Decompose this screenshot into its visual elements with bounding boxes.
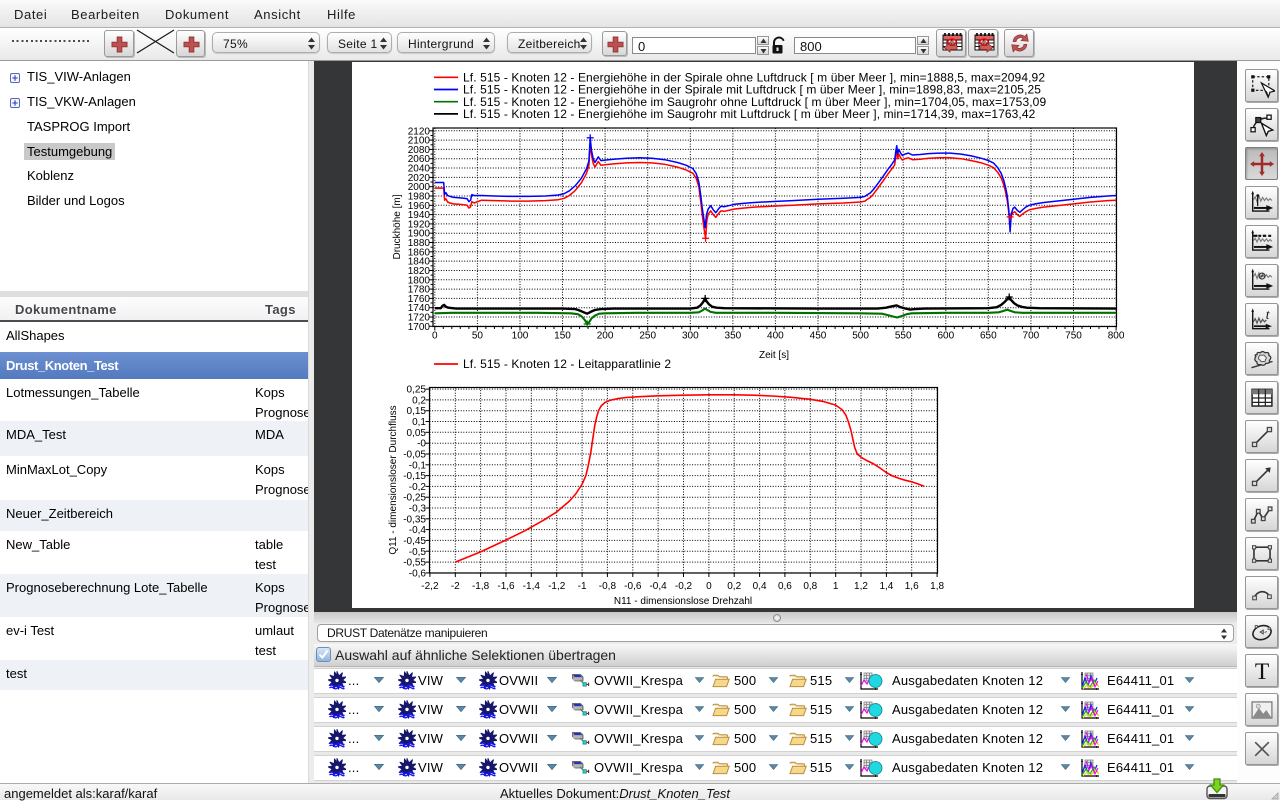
- svg-text:-0,1: -0,1: [409, 460, 427, 471]
- svg-text:600: 600: [937, 331, 954, 342]
- svg-text:1: 1: [833, 581, 839, 592]
- svg-text:0,2: 0,2: [412, 395, 426, 406]
- svg-text:150: 150: [554, 331, 571, 342]
- svg-text:200: 200: [597, 331, 614, 342]
- svg-text:100: 100: [512, 331, 529, 342]
- svg-text:1,4: 1,4: [879, 581, 893, 592]
- svg-text:t: t: [1266, 307, 1271, 322]
- svg-text:500: 500: [852, 331, 869, 342]
- svg-text:700: 700: [1023, 331, 1040, 342]
- svg-text:0: 0: [706, 581, 712, 592]
- svg-text:Q11 - dimensionsloser Durchflu: Q11 - dimensionsloser Durchfluss: [388, 405, 399, 554]
- svg-text:-0,3: -0,3: [409, 504, 427, 515]
- svg-text:50: 50: [472, 331, 484, 342]
- svg-text:-1,2: -1,2: [548, 581, 566, 592]
- svg-text:-2: -2: [451, 581, 460, 592]
- svg-text:0,2: 0,2: [727, 581, 741, 592]
- svg-text:-1,6: -1,6: [497, 581, 515, 592]
- svg-text:-0: -0: [417, 439, 426, 450]
- svg-text:550: 550: [895, 331, 912, 342]
- svg-text:-2,2: -2,2: [421, 581, 439, 592]
- svg-text:0: 0: [432, 331, 438, 342]
- svg-text:450: 450: [810, 331, 827, 342]
- svg-text:N11 - dimensionslose Drehzahl: N11 - dimensionslose Drehzahl: [614, 596, 752, 607]
- svg-text:-0,15: -0,15: [403, 471, 426, 482]
- svg-text:350: 350: [725, 331, 742, 342]
- svg-text:1,8: 1,8: [930, 581, 944, 592]
- svg-text:T: T: [1255, 659, 1269, 684]
- svg-text:-0,35: -0,35: [403, 514, 426, 525]
- svg-text:-0,6: -0,6: [409, 568, 427, 579]
- svg-text:0,6: 0,6: [778, 581, 792, 592]
- svg-text:-0,2: -0,2: [409, 482, 427, 493]
- svg-text:-0,45: -0,45: [403, 536, 426, 547]
- svg-text:-1,8: -1,8: [472, 581, 490, 592]
- svg-text:0,05: 0,05: [407, 428, 427, 439]
- svg-text:-0,2: -0,2: [675, 581, 693, 592]
- svg-text:Lf. 515 - Knoten 12 - Leitappa: Lf. 515 - Knoten 12 - Leitapparatlinie 2: [463, 357, 671, 371]
- svg-text:800: 800: [1108, 331, 1125, 342]
- svg-text:-0,8: -0,8: [599, 581, 617, 592]
- svg-text:-1,4: -1,4: [523, 581, 541, 592]
- svg-text:Druckhöhe [m]: Druckhöhe [m]: [392, 194, 403, 259]
- svg-text:300: 300: [682, 331, 699, 342]
- svg-text:-0,6: -0,6: [624, 581, 642, 592]
- svg-text:-0,55: -0,55: [403, 558, 426, 569]
- svg-text:0,4: 0,4: [753, 581, 767, 592]
- svg-text:-1: -1: [578, 581, 587, 592]
- svg-text:0,15: 0,15: [407, 406, 427, 417]
- svg-text:Lf. 515 - Knoten 12 - Energieh: Lf. 515 - Knoten 12 - Energiehöhe im Sau…: [463, 107, 1036, 121]
- svg-text:0,8: 0,8: [803, 581, 817, 592]
- svg-text:0,1: 0,1: [412, 417, 426, 428]
- svg-text:750: 750: [1065, 331, 1082, 342]
- svg-text:1,6: 1,6: [905, 581, 919, 592]
- svg-text:1700: 1700: [408, 322, 431, 333]
- svg-text:Zeit [s]: Zeit [s]: [759, 350, 789, 361]
- svg-text:-0,4: -0,4: [409, 525, 427, 536]
- svg-text:-0,4: -0,4: [649, 581, 667, 592]
- svg-text:650: 650: [980, 331, 997, 342]
- svg-text:-0,05: -0,05: [403, 450, 426, 461]
- svg-text:-0,25: -0,25: [403, 493, 426, 504]
- svg-text:0,25: 0,25: [407, 385, 427, 396]
- svg-text:400: 400: [767, 331, 784, 342]
- svg-text:250: 250: [639, 331, 656, 342]
- svg-text:-0,5: -0,5: [409, 547, 427, 558]
- svg-text:1,2: 1,2: [854, 581, 868, 592]
